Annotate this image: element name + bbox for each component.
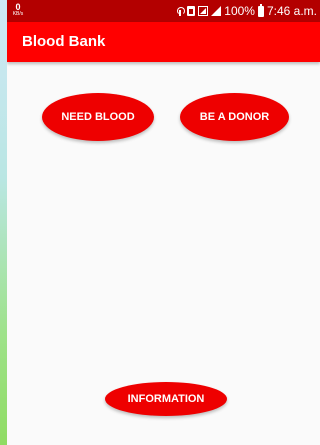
app-bar: Blood Bank <box>7 22 320 62</box>
battery-percent: 100% <box>224 4 255 18</box>
network-speed-indicator: 0 KB/s <box>11 3 25 19</box>
app-title: Blood Bank <box>22 33 106 50</box>
be-a-donor-button[interactable]: BE A DONOR <box>180 93 289 141</box>
status-bar: 0 KB/s 100% 7:46 a.m. <box>7 0 320 22</box>
information-button[interactable]: INFORMATION <box>105 382 227 416</box>
battery-icon <box>257 3 264 17</box>
signal-icon <box>211 6 222 16</box>
hotspot-icon <box>176 6 186 16</box>
network-speed-unit: KB/s <box>12 11 24 17</box>
sim-icon <box>187 6 196 16</box>
status-icons: 100% 7:46 a.m. <box>176 3 317 18</box>
need-blood-button[interactable]: NEED BLOOD <box>42 93 154 141</box>
clock: 7:46 a.m. <box>266 4 317 18</box>
signal-box-icon <box>198 6 209 16</box>
app-screen: 0 KB/s 100% 7:46 a.m. Blood Bank NEED BL… <box>7 0 320 445</box>
